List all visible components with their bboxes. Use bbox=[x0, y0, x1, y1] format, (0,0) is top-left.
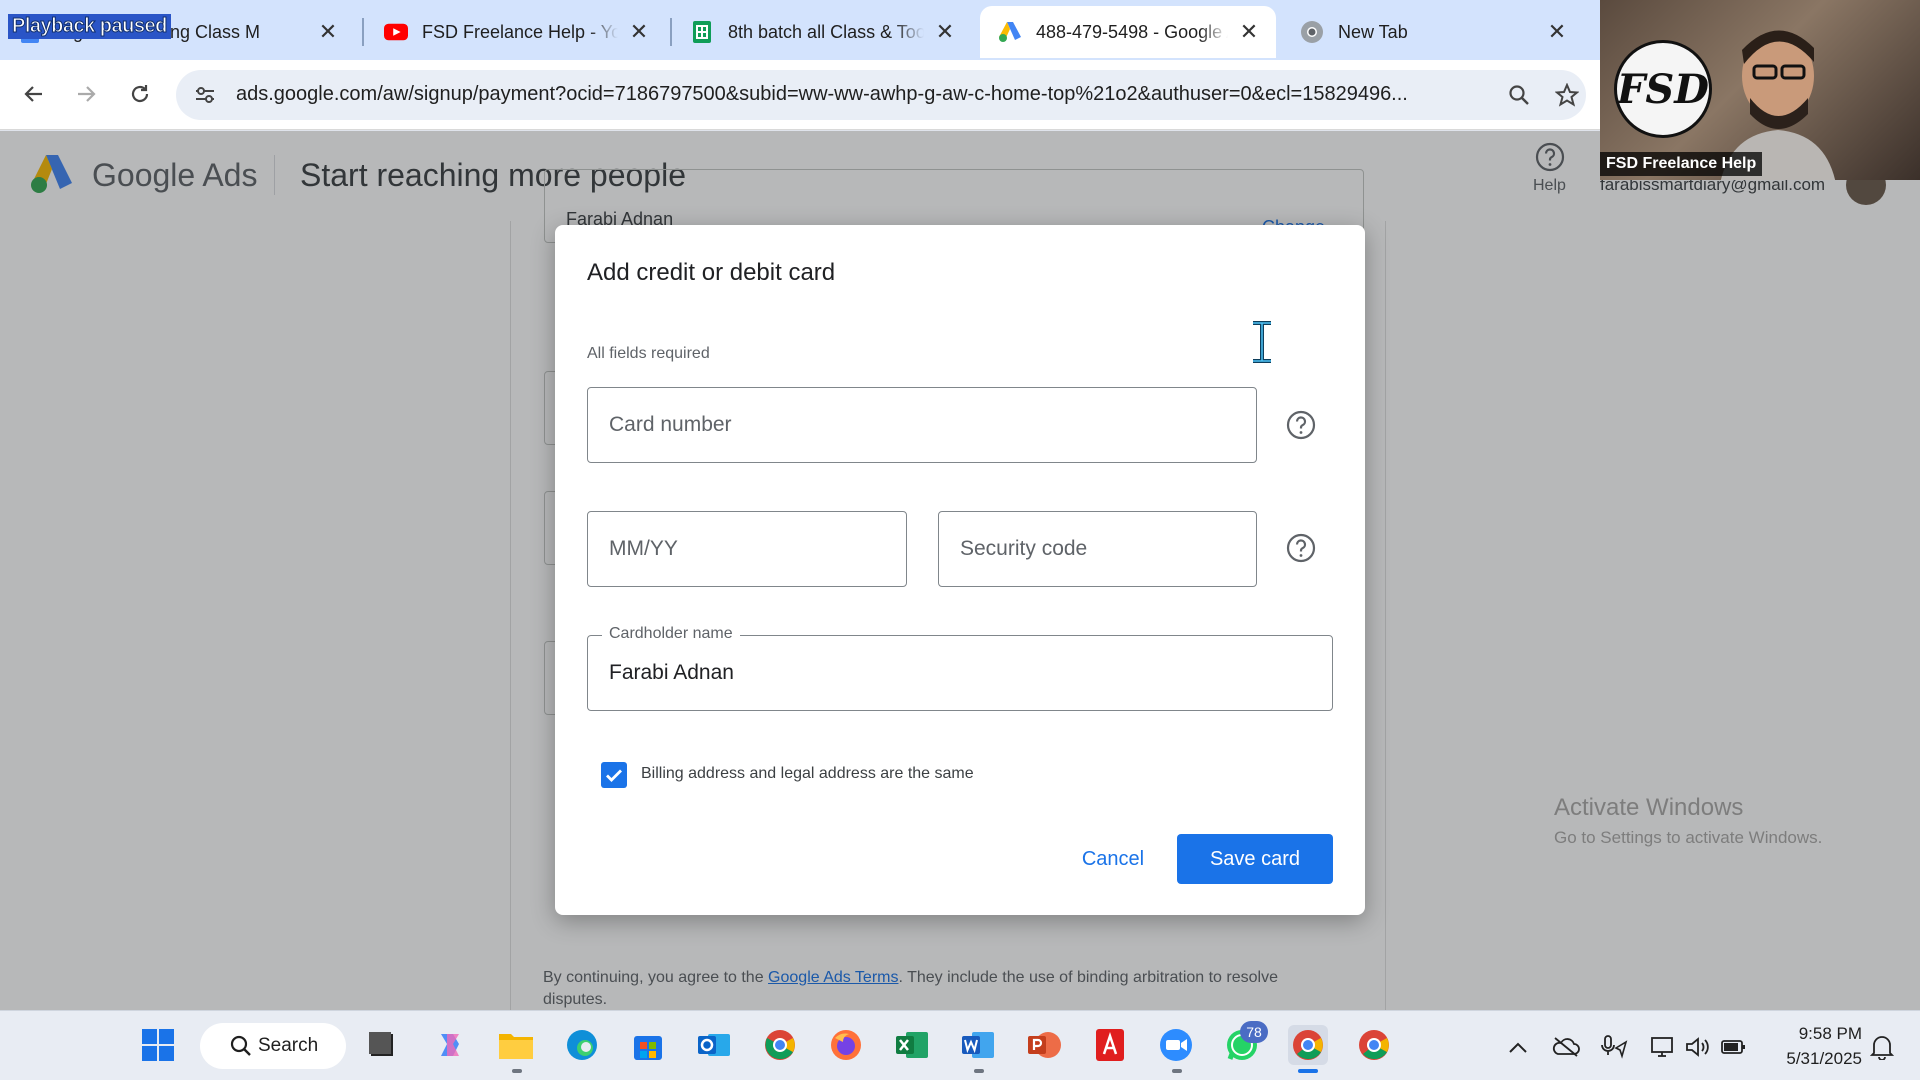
search-icon bbox=[230, 1035, 251, 1056]
tab-title: New Tab bbox=[1338, 21, 1408, 42]
onedrive-offline-icon[interactable] bbox=[1552, 1033, 1580, 1061]
zoom-app-icon[interactable] bbox=[1156, 1025, 1196, 1065]
webcam-overlay: FSD FSD Freelance Help bbox=[1600, 0, 1920, 180]
close-icon[interactable]: ✕ bbox=[315, 19, 341, 45]
running-indicator bbox=[1172, 1069, 1182, 1073]
clock-date: 5/31/2025 bbox=[1786, 1049, 1862, 1068]
dialog-title: Add credit or debit card bbox=[587, 259, 836, 286]
browser-toolbar: ads.google.com/aw/signup/payment?ocid=71… bbox=[0, 60, 1600, 130]
checkmark-icon bbox=[606, 769, 622, 782]
tab-8th-batch-sheet[interactable]: 8th batch all Class & Too ✕ bbox=[672, 6, 972, 58]
windows-taskbar: Search 78 9:58 PM 5/31/2025 bbox=[0, 1010, 1920, 1080]
cancel-button[interactable]: Cancel bbox=[1063, 835, 1163, 883]
card-number-field[interactable] bbox=[587, 387, 1257, 463]
tab-divider bbox=[362, 18, 364, 46]
cardholder-name-field[interactable]: Cardholder name bbox=[587, 625, 1333, 711]
back-button[interactable] bbox=[14, 74, 54, 114]
arrow-right-icon bbox=[78, 86, 96, 102]
chrome-icon bbox=[1300, 20, 1324, 44]
site-settings-icon[interactable] bbox=[190, 80, 220, 110]
close-icon[interactable]: ✕ bbox=[1544, 19, 1570, 45]
tab-title: 8th batch all Class & Too bbox=[728, 21, 924, 42]
battery-icon[interactable] bbox=[1720, 1033, 1748, 1061]
excel-icon[interactable] bbox=[892, 1025, 932, 1065]
chevron-up-icon[interactable] bbox=[1504, 1033, 1532, 1061]
tab-fsd-youtube[interactable]: FSD Freelance Help - You ✕ bbox=[366, 6, 666, 58]
acrobat-icon[interactable] bbox=[1090, 1025, 1130, 1065]
expiry-input[interactable] bbox=[588, 512, 906, 586]
add-card-dialog: Add credit or debit card All fields requ… bbox=[555, 225, 1365, 915]
channel-label: FSD Freelance Help bbox=[1600, 152, 1763, 176]
forward-button[interactable] bbox=[66, 74, 106, 114]
arrow-left-icon bbox=[24, 86, 42, 102]
volume-icon[interactable] bbox=[1684, 1033, 1712, 1061]
file-explorer-icon[interactable] bbox=[496, 1025, 536, 1065]
help-circle-icon[interactable] bbox=[1285, 409, 1317, 441]
tab-google-ads[interactable]: 488-479-5498 - Google A ✕ bbox=[980, 6, 1276, 58]
sheets-icon bbox=[690, 20, 714, 44]
microsoft-store-icon[interactable] bbox=[628, 1025, 668, 1065]
url-text: ads.google.com/aw/signup/payment?ocid=71… bbox=[236, 83, 1408, 105]
running-indicator bbox=[512, 1069, 522, 1073]
security-code-field[interactable] bbox=[938, 511, 1257, 587]
active-indicator bbox=[1298, 1069, 1318, 1073]
chrome-profile-icon[interactable] bbox=[1288, 1025, 1328, 1065]
close-icon[interactable]: ✕ bbox=[626, 19, 652, 45]
text-cursor-icon bbox=[1253, 321, 1271, 363]
zoom-icon[interactable] bbox=[1504, 80, 1534, 110]
billing-same-checkbox[interactable] bbox=[601, 762, 627, 788]
bookmark-star-icon[interactable] bbox=[1552, 80, 1582, 110]
address-bar[interactable]: ads.google.com/aw/signup/payment?ocid=71… bbox=[176, 70, 1586, 120]
youtube-icon bbox=[384, 20, 408, 44]
activate-title: Activate Windows bbox=[1554, 794, 1744, 821]
security-code-input[interactable] bbox=[939, 512, 1256, 586]
close-icon[interactable]: ✕ bbox=[1236, 19, 1262, 45]
activate-windows-watermark: Activate Windows Go to Settings to activ… bbox=[1554, 794, 1822, 848]
activate-subtitle: Go to Settings to activate Windows. bbox=[1554, 828, 1823, 847]
required-note: All fields required bbox=[587, 345, 710, 362]
tab-title: FSD Freelance Help - You bbox=[422, 21, 618, 42]
help-circle-icon[interactable] bbox=[1285, 532, 1317, 564]
whatsapp-unread-badge: 78 bbox=[1240, 1021, 1268, 1043]
card-number-input[interactable] bbox=[588, 388, 1256, 462]
reload-icon bbox=[131, 85, 149, 103]
cardholder-name-input[interactable] bbox=[588, 636, 1332, 710]
running-indicator bbox=[974, 1069, 984, 1073]
edge-icon[interactable] bbox=[562, 1025, 602, 1065]
playback-status-label: Playback paused bbox=[8, 14, 171, 39]
notification-bell-icon[interactable] bbox=[1868, 1033, 1896, 1061]
powerpoint-icon[interactable] bbox=[1024, 1025, 1064, 1065]
taskbar-search[interactable]: Search bbox=[200, 1023, 346, 1069]
reload-button[interactable] bbox=[120, 74, 160, 114]
save-card-button[interactable]: Save card bbox=[1177, 834, 1333, 884]
copilot-icon[interactable] bbox=[430, 1025, 470, 1065]
firefox-icon[interactable] bbox=[826, 1025, 866, 1065]
word-icon[interactable] bbox=[958, 1025, 998, 1065]
network-icon[interactable] bbox=[1648, 1033, 1676, 1061]
chrome-profile-2-icon[interactable] bbox=[1354, 1025, 1394, 1065]
search-label: Search bbox=[258, 1035, 319, 1056]
billing-same-label[interactable]: Billing address and legal address are th… bbox=[641, 765, 974, 783]
windows-start-icon[interactable] bbox=[138, 1025, 178, 1065]
expiry-field[interactable] bbox=[587, 511, 907, 587]
microphone-location-icon[interactable] bbox=[1600, 1033, 1628, 1061]
outlook-icon[interactable] bbox=[694, 1025, 734, 1065]
browser-tab-strip: Digital Marketing Class M ✕ Playback pau… bbox=[0, 0, 1600, 60]
fsd-logo: FSD bbox=[1614, 40, 1712, 138]
task-view-icon[interactable] bbox=[362, 1025, 402, 1065]
tab-title: 488-479-5498 - Google A bbox=[1036, 21, 1228, 42]
system-clock[interactable]: 9:58 PM 5/31/2025 bbox=[1768, 1021, 1862, 1071]
google-ads-icon bbox=[998, 20, 1022, 44]
tab-new-tab[interactable]: New Tab ✕ bbox=[1282, 6, 1584, 58]
clock-time: 9:58 PM bbox=[1798, 1024, 1862, 1043]
chrome-icon[interactable] bbox=[760, 1025, 800, 1065]
close-icon[interactable]: ✕ bbox=[932, 19, 958, 45]
